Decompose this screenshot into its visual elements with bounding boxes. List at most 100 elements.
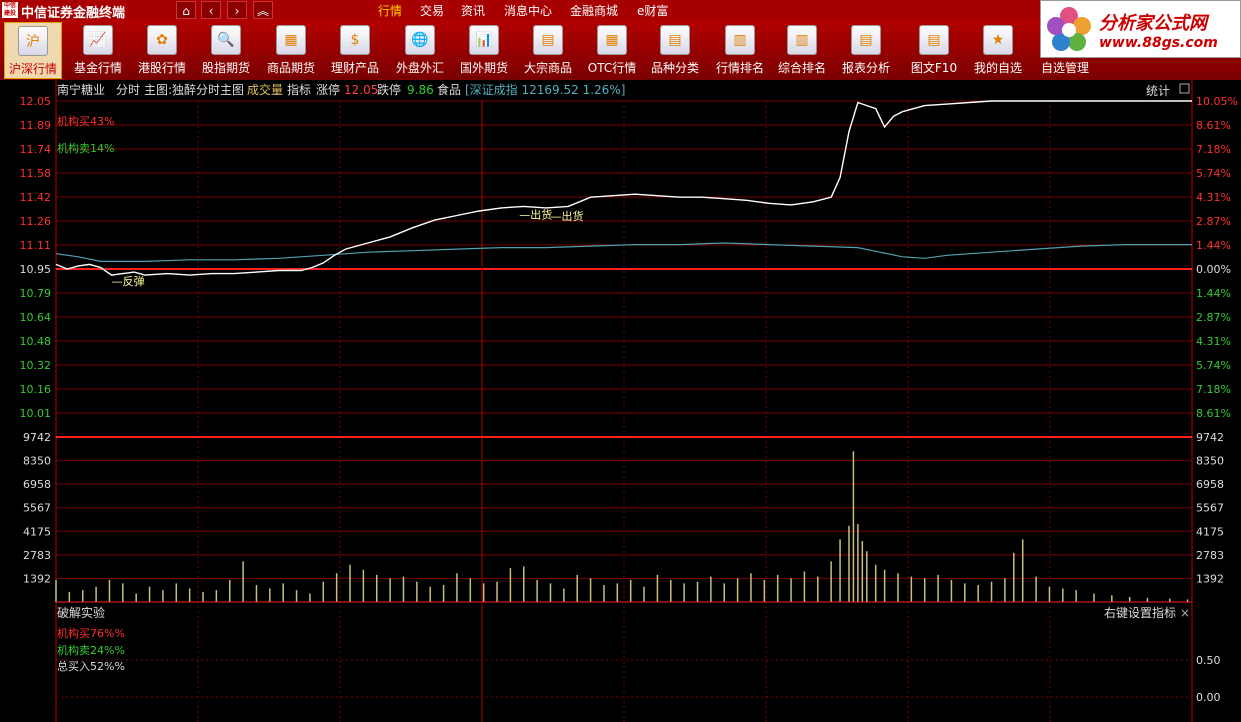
price-tick-left: 10.79: [20, 287, 52, 300]
volume-tick-left: 6958: [23, 478, 51, 491]
menu-item-1[interactable]: 交易: [420, 2, 444, 19]
price-tick-left: 10.95: [20, 263, 52, 276]
percent-tick-right: 0.00%: [1196, 263, 1231, 276]
report-icon: ▤: [851, 25, 881, 55]
percent-tick-right: 4.31%: [1196, 335, 1231, 348]
toolbar-button-0[interactable]: 沪沪深行情: [4, 22, 62, 79]
indicator-settings-label: 右键设置指标: [1104, 605, 1176, 620]
brand-logo: 分析家公式网 www.88gs.com: [1040, 0, 1241, 58]
flower-logo-icon: [1047, 7, 1091, 51]
back-icon[interactable]: ‹: [201, 1, 221, 19]
toolbar-label: 外盘外汇: [395, 61, 444, 75]
toolbar-button-5[interactable]: $ 理财产品: [325, 22, 385, 79]
inst-sell-label: 机构卖14%: [57, 141, 114, 155]
toolbar-button-7[interactable]: 📊 国外期货: [454, 22, 514, 79]
toolbar-button-11[interactable]: ▥ 行情排名: [710, 22, 770, 79]
percent-tick-right: 5.74%: [1196, 167, 1231, 180]
toolbar-button-10[interactable]: ▤ 品种分类: [645, 22, 705, 79]
bulk-commodity-icon: ▤: [533, 25, 563, 55]
main-chart-label: 主图:独醉分时主图: [144, 82, 244, 97]
indicator-close-icon[interactable]: ×: [1180, 606, 1190, 620]
ranking-icon: ▥: [725, 25, 755, 55]
globe-forex-icon: 🌐: [405, 25, 435, 55]
indicator-label: 指标: [287, 82, 311, 97]
toolbar-label: 行情排名: [715, 61, 764, 75]
brand-name: 分析家公式网: [1099, 13, 1207, 34]
percent-tick-right: 8.61%: [1196, 407, 1231, 420]
toolbar-button-1[interactable]: 📈 基金行情: [68, 22, 128, 79]
percent-tick-right: 7.18%: [1196, 143, 1231, 156]
commodity-futures-icon: ▦: [276, 25, 306, 55]
toolbar-label: OTC行情: [587, 61, 637, 75]
limit-down-value: 9.86: [407, 83, 434, 97]
toolbar-button-15[interactable]: ★ 我的自选: [968, 22, 1028, 79]
toolbar-button-12[interactable]: ▥ 综合排名: [772, 22, 832, 79]
price-tick-left: 10.01: [20, 407, 52, 420]
toolbar-label: 图文F10: [910, 61, 958, 75]
toolbar-label: 基金行情: [73, 61, 122, 75]
toolbar-label: 综合排名: [777, 61, 826, 75]
toolbar-button-3[interactable]: 🔍 股指期货: [196, 22, 256, 79]
shanghai-shenzhen-icon: 沪: [18, 26, 48, 56]
volume-tick-left: 4175: [23, 525, 51, 538]
toolbar-label: 沪深行情: [8, 62, 57, 76]
percent-tick-right: 2.87%: [1196, 215, 1231, 228]
volume-tick-left: 1392: [23, 572, 51, 585]
volume-tick-right: 4175: [1196, 525, 1224, 538]
toolbar-label: 股指期货: [201, 61, 250, 75]
fund-chart-icon: 📈: [83, 25, 113, 55]
volume-tick-left: 8350: [23, 455, 51, 468]
menu-item-4[interactable]: 金融商城: [570, 2, 618, 19]
menu-item-2[interactable]: 资讯: [461, 2, 485, 19]
indicator-tick-right: 0.50: [1196, 654, 1221, 667]
price-tick-left: 10.32: [20, 359, 52, 372]
overall-ranking-icon: ▥: [787, 25, 817, 55]
toolbar-label: 品种分类: [650, 61, 699, 75]
toolbar-label: 商品期货: [266, 61, 315, 75]
price-tick-left: 10.48: [20, 335, 52, 348]
f10-icon: ▤: [919, 25, 949, 55]
hongkong-flower-icon: ✿: [147, 25, 177, 55]
toolbar-button-6[interactable]: 🌐 外盘外汇: [390, 22, 450, 79]
toolbar-label: 国外期货: [459, 61, 508, 75]
toolbar-button-14[interactable]: ▤ 图文F10: [904, 22, 964, 79]
price-tick-left: 11.89: [20, 119, 52, 132]
toolbar-label: 理财产品: [330, 61, 379, 75]
inst-buy-label: 机构买43%: [57, 114, 114, 128]
indicator-title: 破解实验: [57, 605, 105, 620]
expand-up-icon[interactable]: ︽: [253, 1, 273, 19]
toolbar-button-9[interactable]: ▦ OTC行情: [582, 22, 642, 79]
indicator-inst-sell: 机构卖24%%: [57, 643, 125, 657]
menu-item-3[interactable]: 消息中心: [504, 2, 552, 19]
stock-name: 南宁糖业: [57, 82, 105, 97]
menu-item-0[interactable]: 行情: [378, 2, 402, 19]
volume-label: 成交量: [247, 82, 283, 97]
percent-tick-right: 10.05%: [1196, 95, 1238, 108]
toolbar-button-8[interactable]: ▤ 大宗商品: [518, 22, 578, 79]
toolbar-label: 港股行情: [137, 61, 186, 75]
signal-annotation-1: —出货: [519, 207, 552, 221]
toolbar-button-2[interactable]: ✿ 港股行情: [132, 22, 192, 79]
toolbar-button-4[interactable]: ▦ 商品期货: [261, 22, 321, 79]
index-text: [深证成指 12169.52 1.26%]: [465, 82, 625, 97]
toolbar-label: 大宗商品: [523, 61, 572, 75]
price-tick-left: 11.58: [20, 167, 52, 180]
price-tick-left: 11.26: [20, 215, 52, 228]
price-tick-left: 11.74: [20, 143, 52, 156]
menu-item-5[interactable]: e财富: [637, 2, 668, 19]
forward-icon[interactable]: ›: [227, 1, 247, 19]
price-tick-left: 11.11: [20, 239, 52, 252]
volume-tick-right: 5567: [1196, 502, 1224, 515]
intraday-chart[interactable]: 南宁糖业 分时 主图:独醉分时主图 成交量 指标 涨停 12.05跌停 9.86 食品 [深证成指…: [0, 80, 1241, 722]
foreign-futures-icon: 📊: [469, 25, 499, 55]
category-icon: ▤: [660, 25, 690, 55]
indicator-inst-buy: 机构买76%%: [57, 626, 125, 640]
volume-tick-right: 2783: [1196, 549, 1224, 562]
app-title: 中信证券金融终端: [21, 6, 126, 21]
stats-button[interactable]: 统计: [1146, 84, 1170, 98]
home-icon[interactable]: ⌂: [176, 1, 196, 19]
brand-url: www.88gs.com: [1099, 35, 1218, 51]
toolbar-label: 自选管理: [1040, 61, 1089, 75]
volume-tick-left: 2783: [23, 549, 51, 562]
toolbar-button-13[interactable]: ▤ 报表分析: [836, 22, 896, 79]
